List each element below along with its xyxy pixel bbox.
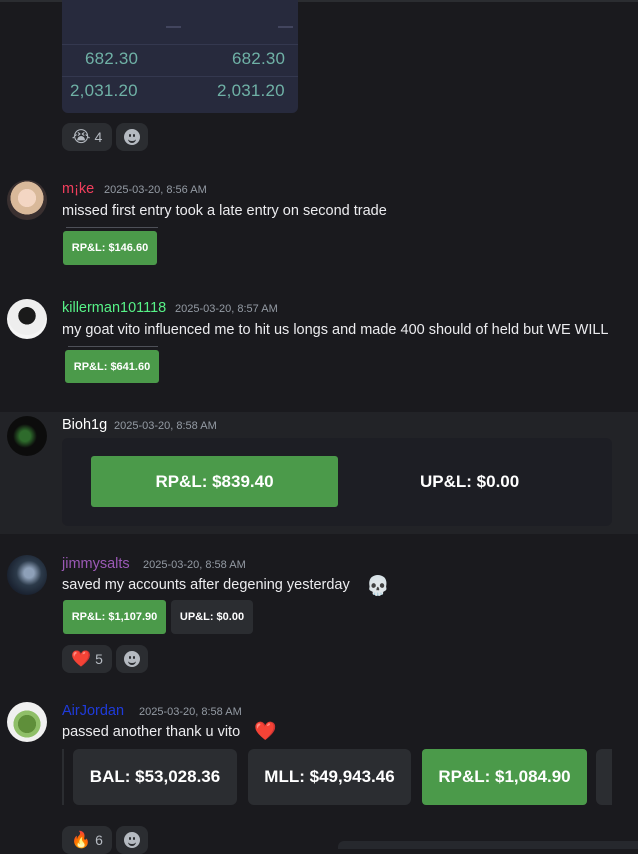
- skull-emoji-icon: 💀: [366, 576, 390, 597]
- scroll-edge: [62, 749, 64, 805]
- message-text: saved my accounts after degening yesterd…: [62, 577, 350, 593]
- avatar[interactable]: [7, 299, 47, 339]
- username[interactable]: AirJordan: [62, 703, 124, 719]
- stats-scroller[interactable]: BAL: $53,028.36 MLL: $49,943.46 RP&L: $1…: [62, 749, 612, 805]
- rpl-badge: RP&L: $641.60: [65, 350, 159, 383]
- table-dash-left: —: [166, 18, 181, 35]
- username[interactable]: killerman101118: [62, 300, 166, 316]
- upl-label: UP&L: $0.00: [420, 472, 520, 491]
- add-reaction-icon: [124, 832, 140, 848]
- username[interactable]: m¡ke: [62, 181, 94, 197]
- table-cell: 2,031.20: [217, 81, 285, 100]
- add-reaction-button[interactable]: [116, 826, 148, 854]
- username[interactable]: jimmysalts: [62, 556, 130, 572]
- trade-table: — — 682.30 682.30 2,031.20 2,031.20: [62, 0, 298, 113]
- composer-edge: [338, 841, 638, 849]
- avatar[interactable]: [7, 555, 47, 595]
- fire-emoji-icon: 🔥: [71, 832, 92, 849]
- timestamp: 2025-03-20, 8:58 AM: [139, 706, 242, 718]
- timestamp: 2025-03-20, 8:58 AM: [143, 559, 246, 571]
- next-badge-partial: [596, 749, 612, 805]
- bal-badge: BAL: $53,028.36: [73, 749, 237, 805]
- avatar[interactable]: [7, 702, 47, 742]
- reaction-count: 4: [94, 129, 103, 145]
- reaction-count: 6: [95, 832, 103, 848]
- table-separator: [62, 76, 298, 77]
- rpl-badge: RP&L: $1,084.90: [422, 749, 587, 805]
- timestamp: 2025-03-20, 8:57 AM: [175, 303, 278, 315]
- message-text: passed another thank u vito: [62, 724, 241, 740]
- rpl-badge: RP&L: $1,107.90: [63, 600, 166, 634]
- message-text: my goat vito influenced me to hit us lon…: [62, 322, 609, 338]
- timestamp: 2025-03-20, 8:56 AM: [104, 184, 207, 196]
- reaction-count: 5: [95, 651, 103, 667]
- avatar[interactable]: [7, 416, 47, 456]
- table-cell: 682.30: [232, 49, 286, 68]
- reaction-fire[interactable]: 🔥 6: [62, 826, 112, 854]
- table-cell: 682.30: [85, 49, 139, 68]
- add-reaction-icon: [124, 651, 140, 667]
- table-cell: 2,031.20: [70, 81, 138, 100]
- heart-emoji-icon: ❤️: [254, 721, 277, 741]
- upl-badge: UP&L: $0.00: [171, 600, 253, 634]
- avatar[interactable]: [7, 180, 47, 220]
- add-reaction-button[interactable]: [116, 645, 148, 673]
- message-text: missed first entry took a late entry on …: [62, 203, 387, 219]
- reaction-sob[interactable]: 😭 4: [62, 123, 112, 151]
- rpl-badge: RP&L: $146.60: [63, 231, 157, 265]
- divider: [68, 346, 158, 347]
- add-reaction-button[interactable]: [116, 123, 148, 151]
- timestamp: 2025-03-20, 8:58 AM: [114, 420, 217, 432]
- mll-badge: MLL: $49,943.46: [248, 749, 411, 805]
- sob-emoji-icon: 😭: [71, 129, 91, 146]
- divider: [66, 227, 158, 228]
- table-dash-right: —: [278, 18, 293, 35]
- reaction-heart[interactable]: ❤️ 5: [62, 645, 112, 673]
- username[interactable]: Bioh1g: [62, 417, 107, 433]
- rpl-badge: RP&L: $839.40: [91, 456, 338, 507]
- add-reaction-icon: [124, 129, 140, 145]
- heart-emoji-icon: ❤️: [71, 651, 92, 668]
- table-separator: [62, 44, 298, 45]
